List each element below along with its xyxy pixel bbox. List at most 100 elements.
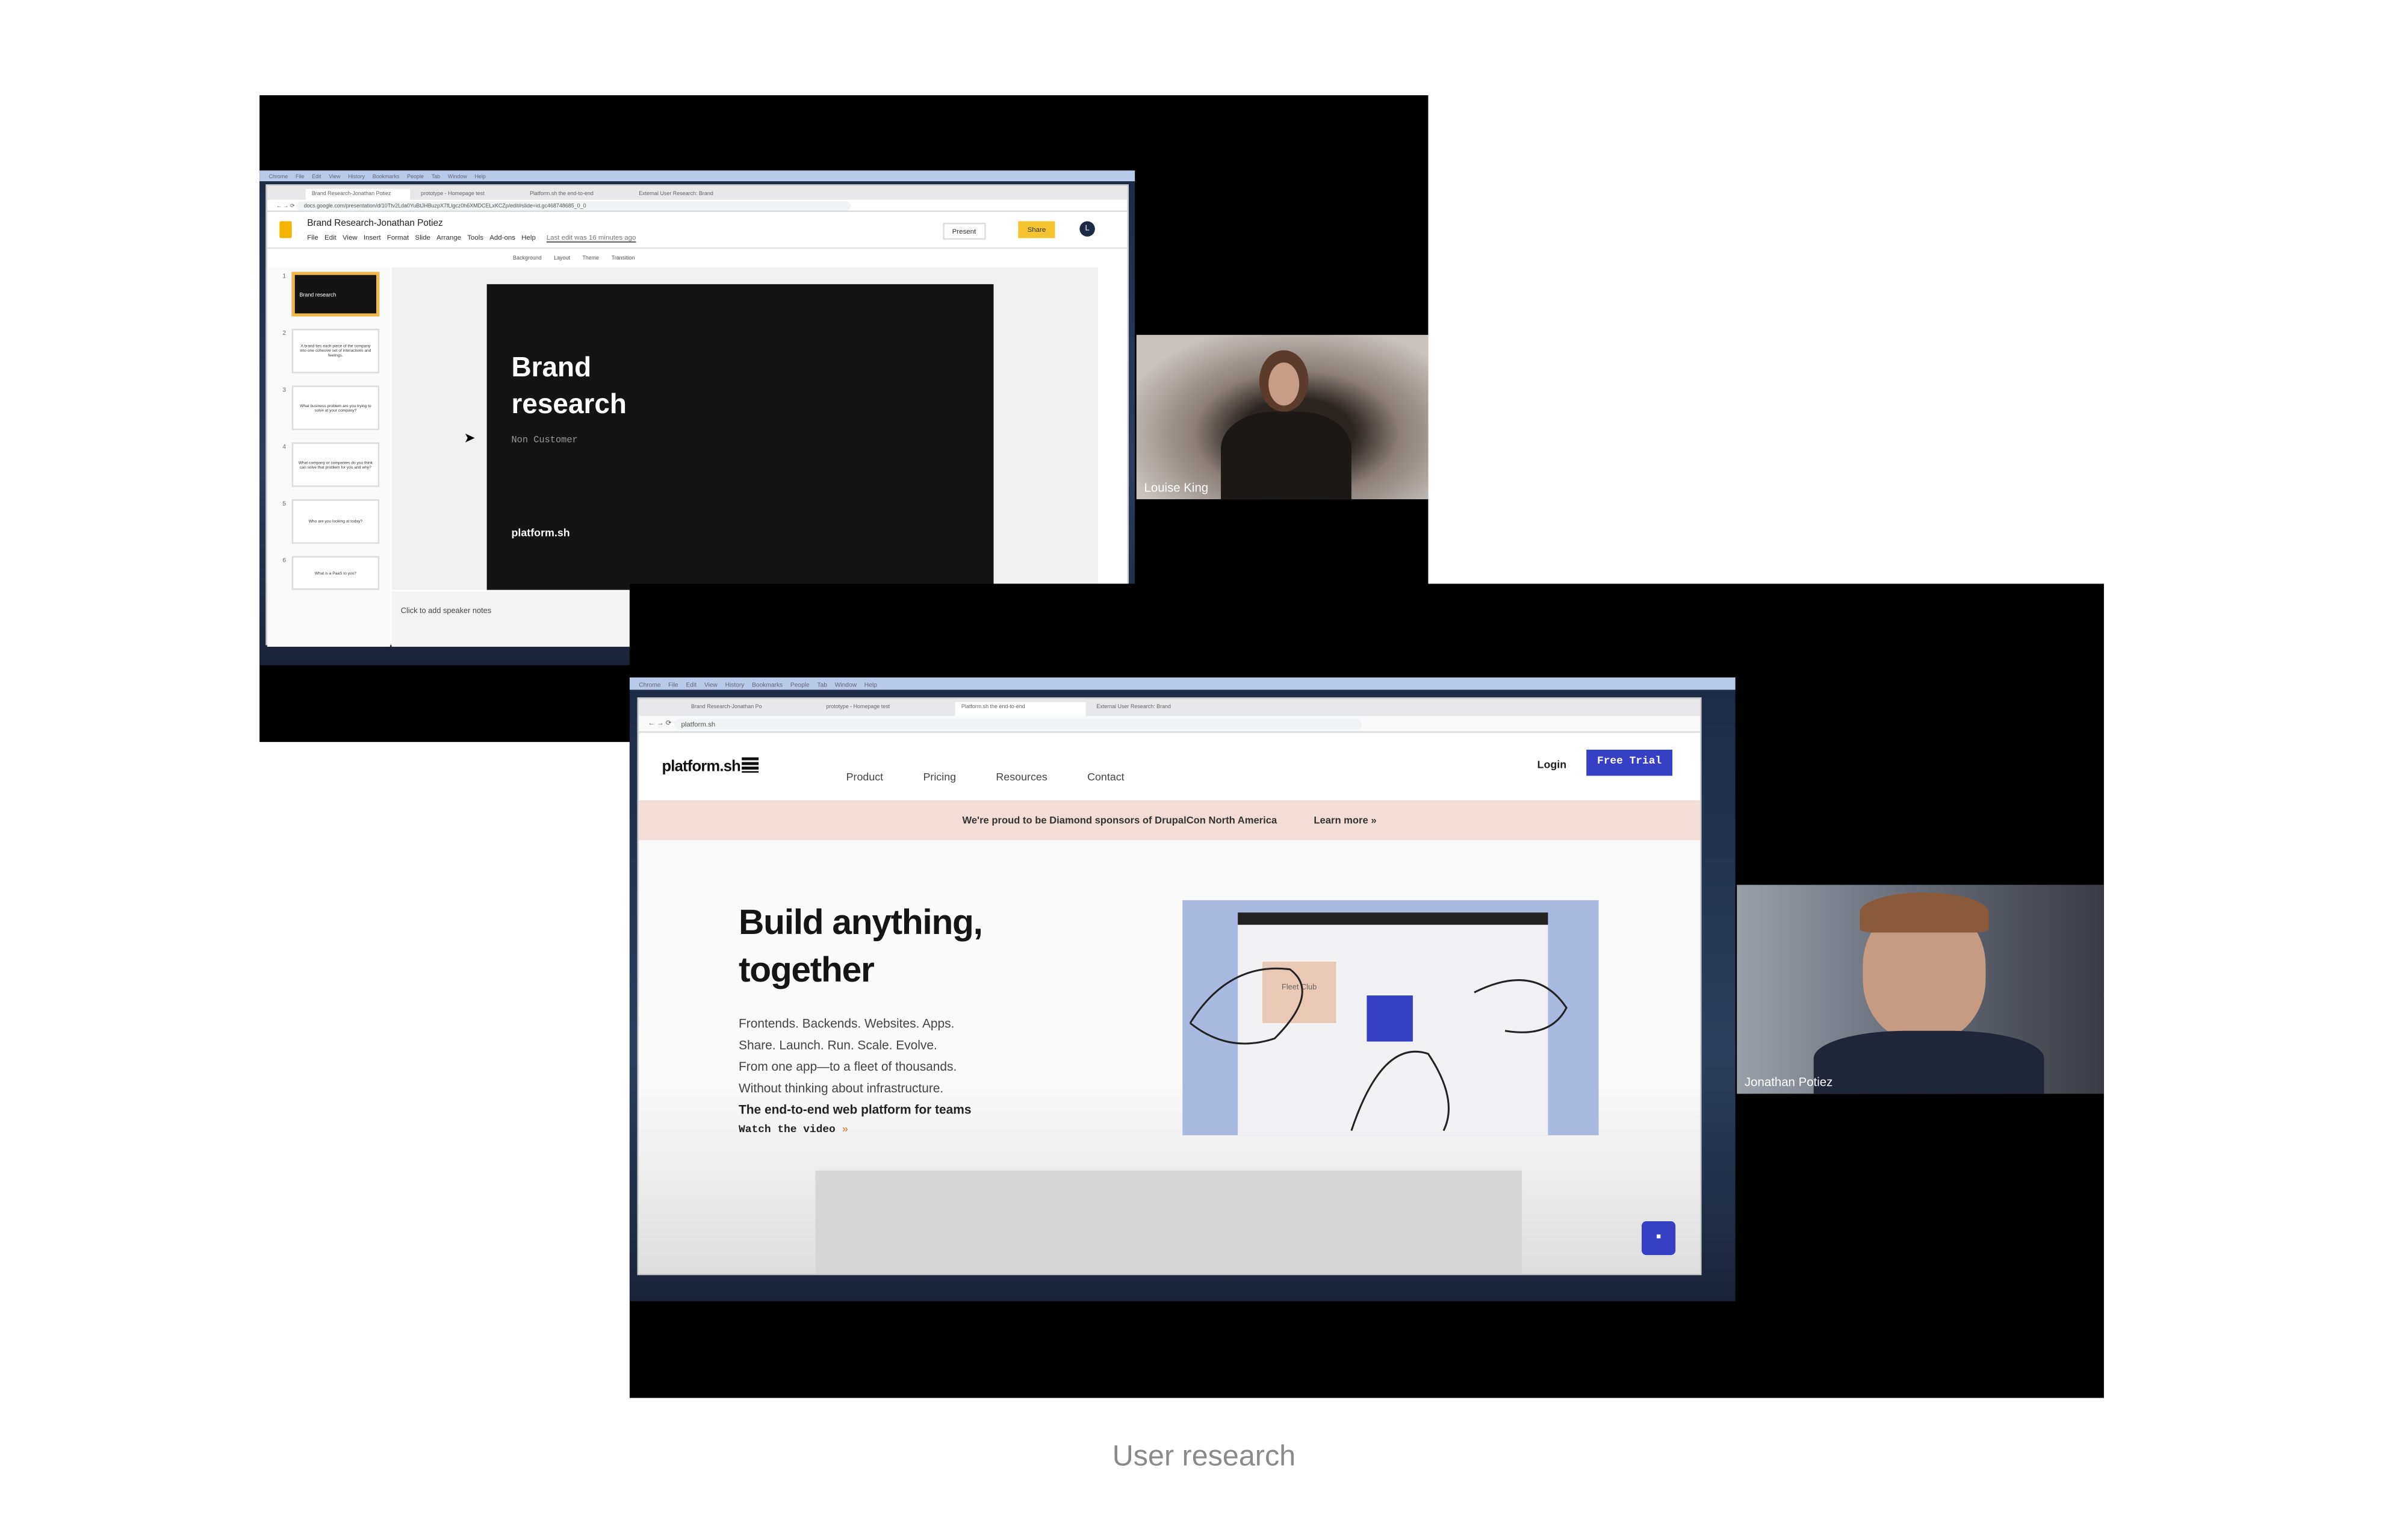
browser-tab[interactable]: Brand Research-Jonathan Potiez [305,188,411,200]
browser-tab[interactable]: Platform.sh the end-to-end [524,189,628,200]
site-nav: Product Pricing Resources Contact [846,761,1164,788]
menu-arrange[interactable]: Arrange [436,234,461,241]
video-placeholder [815,1170,1522,1274]
menu-addons[interactable]: Add-ons [489,234,515,241]
site-logo[interactable]: platform.sh [662,757,759,776]
cursor-icon: ➤ [464,430,476,446]
menu-item: Help [474,172,486,179]
slide-thumbnail[interactable]: What business problem are you trying to … [291,385,380,431]
watch-video-link[interactable]: Watch the video » [739,1124,848,1136]
hero-illustration: Fleet Club [1182,900,1599,1136]
figure-caption: User research [1112,1440,1296,1474]
banner-text: We're proud to be Diamond sponsors of Dr… [962,815,1277,826]
speaker-notes[interactable]: Click to add speaker notes [391,591,638,647]
mac-menubar: Chrome File Edit View History Bookmarks People… [629,677,1736,690]
shared-screen: Chrome File Edit View History Bookmarks People… [629,677,1736,1301]
menu-tools[interactable]: Tools [467,234,483,241]
nav-resources[interactable]: Resources [996,773,1047,783]
browser-tab[interactable]: Platform.sh the end-to-end [955,702,1086,716]
menu-item: Bookmarks [372,172,400,179]
back-icon[interactable]: ← → ⟳ [648,719,674,728]
site-header: platform.sh Product Pricing Resources Conta… [639,734,1700,801]
slide-thumbnail[interactable]: Who are you looking at today? [291,499,380,544]
speaker-notes-placeholder: Click to add speaker notes [400,606,492,616]
menu-edit[interactable]: Edit [324,234,337,241]
menu-format[interactable]: Format [387,234,409,241]
participant-body [1221,411,1351,500]
participant-name: Jonathan Potiez [1744,1075,1833,1089]
layout-button[interactable]: Layout [554,255,570,261]
transition-button[interactable]: Transition [612,255,635,261]
login-link[interactable]: Login [1538,761,1567,771]
slide-number: 3 [282,385,287,394]
menu-item: History [725,679,745,688]
slide-number: 5 [282,499,287,507]
share-button[interactable]: Share [1018,221,1055,238]
nav-product[interactable]: Product [846,773,884,783]
menu-item: People [790,679,810,688]
menu-item: File [668,679,678,688]
stage: Chrome File Edit View History Bookmarks People… [0,0,2408,1538]
browser-tab[interactable]: Brand Research-Jonathan Po [685,702,816,716]
participant-name: Louise King [1144,481,1209,495]
browser-tab[interactable]: External User Research: Brand [633,189,737,200]
menu-slide[interactable]: Slide [415,234,430,241]
video-tile-jonathan: Jonathan Potiez [1737,885,2104,1094]
menu-item: Window [834,679,857,688]
slide-number: 6 [282,556,287,564]
announcement-banner: We're proud to be Diamond sponsors of Dr… [639,800,1700,841]
current-slide[interactable]: Brand research Non Customer platform.sh [486,284,994,590]
app-menu: File Edit View Insert Format Slide Arrange Tool… [307,234,636,241]
chat-icon[interactable]: ▪ [1642,1221,1676,1256]
menu-item: Window [447,172,467,179]
slide-thumbnail[interactable]: Brand research [291,272,380,317]
slide-thumbnail[interactable]: A brand ties each piece of the company i… [291,328,380,373]
logo-mark-icon [742,757,759,773]
hero-section: Build anything, together Frontends. Backe… [639,840,1700,1274]
menu-help[interactable]: Help [521,234,536,241]
back-icon[interactable]: ← → ⟳ [276,202,296,208]
slide-thumbnail[interactable]: What company or companies do you think c… [291,442,380,487]
browser-tab[interactable]: prototype - Homepage test [415,189,519,200]
menu-insert[interactable]: Insert [364,234,381,241]
browser-tab[interactable]: prototype - Homepage test [820,702,951,716]
avatar[interactable]: L [1079,221,1095,237]
slide-logo: platform.sh [511,528,570,540]
nav-contact[interactable]: Contact [1087,773,1125,783]
slide-number: 4 [282,442,287,450]
slides-toolbar: Background Layout Theme Transition [267,251,1097,266]
slide-number: 1 [282,272,287,280]
slides-header: Brand Research-Jonathan Potiez File Edit V… [267,215,1128,249]
url-field[interactable]: docs.google.com/presentation/d/10Ttv2Lda… [296,200,851,210]
menu-item: Help [864,679,877,688]
background-button[interactable]: Background [513,255,542,261]
present-button[interactable]: Present [943,222,985,240]
mac-menubar: Chrome File Edit View History Bookmarks People… [259,170,1135,182]
menu-view[interactable]: View [343,234,358,241]
menu-file[interactable]: File [307,234,318,241]
theme-button[interactable]: Theme [582,255,599,261]
slide-title: Brand research [511,352,627,420]
menu-item: Edit [312,172,321,179]
slide-thumbnail[interactable]: What is a PaaS to you? [291,556,380,590]
last-edit-link[interactable]: Last edit was 16 minutes ago [547,234,636,241]
browser-tab[interactable]: External User Research: Brand [1090,702,1221,716]
call-window-2: Chrome File Edit View History Bookmarks People… [629,584,2104,1398]
participant-face [1268,363,1300,406]
menu-item: Tab [431,172,441,179]
menu-item: File [295,172,305,179]
canvas-area: Brand research Non Customer platform.sh ➤ [391,267,1098,590]
hands-drawing [1189,967,1568,1132]
nav-pricing[interactable]: Pricing [923,773,956,783]
menu-item: Chrome [268,172,288,179]
menu-item: Chrome [639,679,661,688]
url-field[interactable]: platform.sh [673,718,1362,729]
menu-item: View [329,172,341,179]
doc-title[interactable]: Brand Research-Jonathan Potiez [307,220,442,229]
participant-hair [1860,892,1989,933]
free-trial-button[interactable]: Free Trial [1586,749,1673,776]
hero-body: Frontends. Backends. Websites. Apps. Sha… [739,1017,972,1117]
learn-more-link[interactable]: Learn more » [1314,815,1376,826]
browser-window: Brand Research-Jonathan Po prototype - H… [637,697,1702,1275]
address-bar: ← → ⟳ platform.sh [639,716,1700,733]
